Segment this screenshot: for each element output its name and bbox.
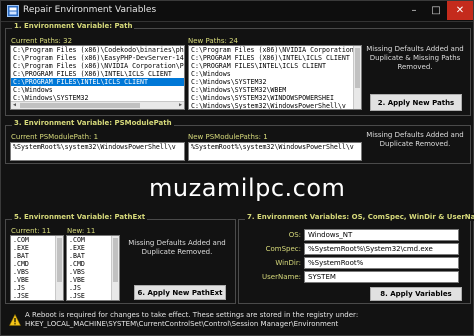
list-item[interactable]: C:\PROGRAM FILES (X86)\INTEL\ICLS CLIENT [189,54,361,62]
new-psmodulepath-label: New PSModulePaths: 1 [188,133,268,141]
list-item[interactable]: C:\Program Files (x86)\Codekodo\binaries… [11,46,184,54]
apply-new-paths-button[interactable]: 2. Apply New Paths [370,94,462,111]
path-group-title: 1. Environment Variable: Path [12,22,135,30]
list-item[interactable]: C:\Windows [189,70,361,78]
new-pathext-list[interactable]: .COM .EXE .BAT .CMD .VBS .VBE .JS .JSE [66,235,120,301]
list-item[interactable]: %SystemRoot%\system32\WindowsPowerShell\… [11,143,184,151]
scroll-thumb[interactable] [355,48,360,88]
windir-field[interactable]: %SystemRoot% [304,257,459,269]
psmodulepath-note: Missing Defaults Added and Duplicate Rem… [366,131,464,148]
scroll-thumb[interactable] [20,103,140,108]
scroll-left-icon[interactable]: ◀ [11,102,18,109]
footer-reboot-text: A Reboot is required for changes to take… [25,311,359,319]
window-controls: – □ ✕ [403,1,473,20]
scroll-right-icon[interactable]: ▶ [177,102,184,109]
footer-registry-path: HKEY_LOCAL_MACHINE\SYSTEM\CurrentControl… [25,320,339,328]
list-item[interactable]: C:\Program Files (x86)\EasyPHP-DevServer… [11,54,184,62]
scroll-thumb[interactable] [57,238,62,282]
scroll-thumb[interactable] [113,238,118,282]
new-pathext-label: New: 11 [67,227,96,235]
current-pathext-list[interactable]: .COM .EXE .BAT .CMD .VBS .VBE .JS .JSE [10,235,64,301]
new-pathext-vscrollbar[interactable] [111,236,119,300]
title-bar: Repair Environment Variables – □ ✕ [1,1,473,22]
apply-variables-button[interactable]: 8. Apply Variables [370,287,462,301]
current-paths-list[interactable]: C:\Program Files (x86)\Codekodo\binaries… [10,45,185,110]
pathext-note: Missing Defaults Added and Duplicate Rem… [128,239,226,256]
pathext-group-title: 5. Environment Variable: PathExt [12,213,148,221]
window-title: Repair Environment Variables [23,5,157,15]
system-variables-group-title: 7. Environment Variables: OS, ComSpec, W… [245,213,474,221]
new-paths-vscrollbar[interactable] [353,46,361,109]
list-item[interactable]: C:\PROGRAM FILES (X86)\INTEL\ICLS CLIENT [11,70,184,78]
maximize-button[interactable]: □ [425,1,447,20]
list-item[interactable]: C:\Windows\SYSTEM32\WBEM [189,86,361,94]
os-label: OS: [288,231,301,239]
new-paths-label: New Paths: 24 [188,37,239,45]
list-item[interactable]: C:\Windows [11,86,184,94]
watermark-text: muzamilpc.com [149,174,346,202]
app-icon [7,5,19,17]
list-item[interactable]: C:\Windows\System32\WindowsPowerShell\v [189,102,361,109]
comspec-label: ComSpec: [265,245,301,253]
current-paths-hscrollbar[interactable]: ◀ ▶ [11,101,184,109]
list-item[interactable]: %SystemRoot%\system32\WindowsPowerShell\… [189,143,361,151]
app-window: Repair Environment Variables – □ ✕ 1. En… [0,0,474,336]
warning-icon [9,314,21,326]
list-item[interactable]: C:\Program Files (x86)\NVIDIA Corporatio… [189,46,361,54]
current-psmodulepath-list[interactable]: %SystemRoot%\system32\WindowsPowerShell\… [10,142,185,161]
list-item[interactable]: C:\Program Files (x86)\NVIDIA Corporatio… [11,62,184,70]
current-psmodulepath-label: Current PSModulePath: 1 [11,133,99,141]
new-paths-list[interactable]: C:\Program Files (x86)\NVIDIA Corporatio… [188,45,362,110]
footer-text: A Reboot is required for changes to take… [25,311,358,329]
os-field[interactable]: Windows_NT [304,229,459,241]
windir-label: WinDir: [275,259,301,267]
new-psmodulepath-list[interactable]: %SystemRoot%\system32\WindowsPowerShell\… [188,142,362,161]
footer: A Reboot is required for changes to take… [5,306,471,334]
path-note: Missing Defaults Added and Duplicate & M… [366,45,464,71]
comspec-field[interactable]: %SystemRoot%\System32\cmd.exe [304,243,459,255]
username-label: UserName: [262,273,301,281]
username-field[interactable]: SYSTEM [304,271,459,283]
apply-new-pathext-button[interactable]: 6. Apply New PathExt [134,285,226,300]
list-item[interactable]: C:\PROGRAM FILES\INTEL\ICLS CLIENT [11,78,184,86]
close-button[interactable]: ✕ [447,1,473,20]
current-paths-label: Current Paths: 32 [11,37,73,45]
current-pathext-label: Current: 11 [11,227,51,235]
minimize-button[interactable]: – [403,1,425,20]
list-item[interactable]: C:\Windows\SYSTEM32 [189,78,361,86]
current-pathext-vscrollbar[interactable] [55,236,63,300]
psmodulepath-group-title: 3. Environment Variable: PSModulePath [12,119,174,127]
list-item[interactable]: C:\PROGRAM FILES\INTEL\ICLS CLIENT [189,62,361,70]
list-item[interactable]: C:\Windows\SYSTEM32\WINDOWSPOWERSHEI [189,94,361,102]
